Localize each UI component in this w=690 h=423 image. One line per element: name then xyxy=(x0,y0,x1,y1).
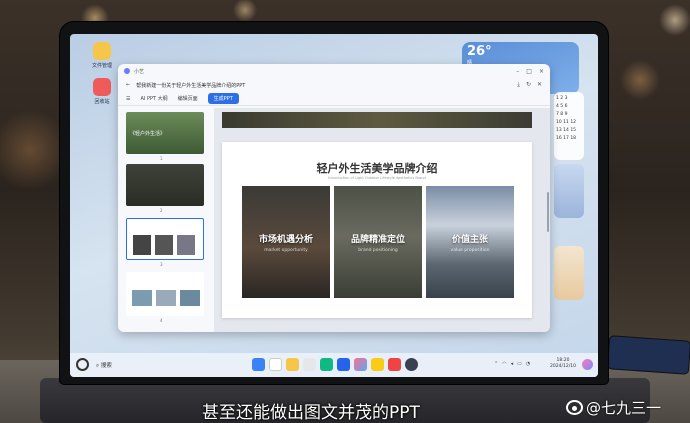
taskbar-clock[interactable]: 18:20 2024/12/10 xyxy=(550,358,576,370)
maximize-icon[interactable]: □ xyxy=(526,68,532,75)
thumbnail-image xyxy=(133,235,151,255)
window-titlebar: 小艺 – □ × xyxy=(118,64,550,78)
thumbnail-title: 《轻户外生活》 xyxy=(130,131,166,137)
folder-icon xyxy=(93,42,111,60)
slide-card-value[interactable]: 价值主张 value proposition xyxy=(426,186,514,298)
back-icon[interactable]: ← xyxy=(126,82,130,88)
slide-thumbnail-selected[interactable] xyxy=(126,218,204,260)
card-title: 价值主张 xyxy=(451,235,488,245)
photo-widget[interactable] xyxy=(554,164,584,218)
query-bar: ← 帮我新建一份关于轻户外生活美学品牌介绍的PPT ⤓ ↻ ✕ xyxy=(118,78,550,92)
previous-slide-edge xyxy=(222,112,532,128)
slide-subtitle: Introduction of Light Outdoor Lifestyle … xyxy=(328,176,426,180)
volume-icon[interactable]: ◂ xyxy=(511,361,514,367)
download-icon[interactable]: ⤓ xyxy=(517,81,520,89)
start-icon[interactable] xyxy=(76,358,89,371)
system-tray: ⌃ ◠ ◂ ▭ ◔ xyxy=(494,361,530,367)
close-icon[interactable]: ✕ xyxy=(537,81,542,89)
slide-editor: 轻户外生活美学品牌介绍 Introduction of Light Outdoo… xyxy=(214,108,550,332)
battery-icon[interactable]: ▭ xyxy=(517,361,522,367)
weibo-logo-icon xyxy=(566,400,583,415)
laptop-screen: 文件管理 回收站 26° 晴 1 2 3 4 5 6 7 8 9 10 11 1… xyxy=(70,34,598,377)
video-caption: 甚至还能做出图文并茂的PPT xyxy=(202,403,420,423)
thumbnail-image xyxy=(132,290,152,306)
folder-icon[interactable] xyxy=(286,358,299,371)
browser-icon[interactable] xyxy=(269,358,282,371)
video-icon[interactable] xyxy=(388,358,401,371)
store-icon[interactable] xyxy=(320,358,333,371)
taskbar: ⌕ 搜索 ⌃ ◠ ◂ ▭ ◔ 18:20 2024/12/10 xyxy=(70,353,598,377)
tab-outline[interactable]: AI PPT 大纲 xyxy=(140,95,167,102)
mail-icon[interactable] xyxy=(337,358,350,371)
search-label: 搜索 xyxy=(100,363,112,369)
app-logo-icon xyxy=(124,68,130,74)
calendar-widget[interactable]: 1 2 3 4 5 6 7 8 9 10 11 12 13 14 15 16 1… xyxy=(554,92,584,160)
photos-icon[interactable] xyxy=(354,358,367,371)
scrollbar[interactable] xyxy=(547,192,549,232)
slide-title: 轻户外生活美学品牌介绍 xyxy=(316,162,438,175)
slide-thumbnail[interactable]: 《轻户外生活》 xyxy=(126,112,204,154)
trash-icon xyxy=(93,78,111,96)
notes-icon[interactable] xyxy=(371,358,384,371)
current-slide[interactable]: 轻户外生活美学品牌介绍 Introduction of Light Outdoo… xyxy=(222,142,532,318)
app-grid-icon[interactable] xyxy=(252,358,265,371)
assistant-avatar-icon[interactable] xyxy=(582,359,593,370)
calendar-row: 16 17 18 xyxy=(556,136,577,141)
slide-thumbnail[interactable] xyxy=(126,272,204,316)
menu-icon[interactable]: ☰ xyxy=(126,96,130,102)
query-text: 帮我新建一份关于轻户外生活美学品牌介绍的PPT xyxy=(136,82,246,89)
tab-edit[interactable]: 编辑页面 xyxy=(178,95,198,102)
thumbnail-image xyxy=(180,290,200,306)
weibo-watermark: @七九三一 xyxy=(566,397,661,418)
calendar-row: 13 14 15 xyxy=(556,128,577,133)
thumbnail-image xyxy=(156,290,176,306)
window-title: 小艺 xyxy=(134,68,145,75)
thumbnail-image xyxy=(155,235,173,255)
thumbnail-number: 2 xyxy=(160,208,163,213)
search-icon: ⌕ xyxy=(96,363,100,369)
tab-bar: ☰ AI PPT 大纲 编辑页面 生成PPT xyxy=(118,92,550,106)
app-widget[interactable] xyxy=(554,246,584,300)
watermark-text: @七九三一 xyxy=(586,399,662,417)
clock-date: 2024/12/10 xyxy=(550,364,576,369)
thumbnail-image xyxy=(177,235,195,255)
slide-card-market[interactable]: 市场机遇分析 market opportunity xyxy=(242,186,330,298)
weather-temp: 26° xyxy=(467,44,492,59)
calendar-row: 10 11 12 xyxy=(556,120,577,125)
calendar-row: 1 2 3 xyxy=(556,96,568,101)
tab-generate-ppt[interactable]: 生成PPT xyxy=(207,93,239,104)
chevron-up-icon[interactable]: ⌃ xyxy=(494,361,498,367)
thumbnail-number: 4 xyxy=(160,318,163,323)
slide-thumbnail[interactable] xyxy=(126,164,204,206)
refresh-icon[interactable]: ↻ xyxy=(526,81,531,89)
wifi-icon[interactable]: ◠ xyxy=(502,361,506,367)
settings-icon[interactable] xyxy=(405,358,418,371)
minimize-icon[interactable]: – xyxy=(516,68,519,75)
card-subtitle: market opportunity xyxy=(264,248,308,253)
phone-on-desk xyxy=(606,335,690,375)
thumbnail-number: 3 xyxy=(160,262,163,267)
assistant-window: 小艺 – □ × ← 帮我新建一份关于轻户外生活美学品牌介绍的PPT ⤓ ↻ ✕… xyxy=(118,64,550,332)
card-subtitle: brand positioning xyxy=(358,248,398,253)
card-title: 品牌精准定位 xyxy=(350,235,405,245)
thumbnail-pane: 《轻户外生活》 1 2 3 4 xyxy=(122,108,204,332)
taskbar-search[interactable]: ⌕ 搜索 xyxy=(96,361,112,370)
slide-card-brand[interactable]: 品牌精准定位 brand positioning xyxy=(334,186,422,298)
card-title: 市场机遇分析 xyxy=(258,235,313,245)
calendar-row: 4 5 6 xyxy=(556,104,568,109)
taskbar-apps xyxy=(252,358,418,371)
calendar-row: 7 8 9 xyxy=(556,112,568,117)
card-subtitle: value proposition xyxy=(450,248,490,253)
trash-icon[interactable] xyxy=(303,358,316,371)
bell-icon[interactable]: ◔ xyxy=(526,361,530,367)
close-icon[interactable]: × xyxy=(539,68,544,75)
thumbnail-number: 1 xyxy=(160,156,163,161)
